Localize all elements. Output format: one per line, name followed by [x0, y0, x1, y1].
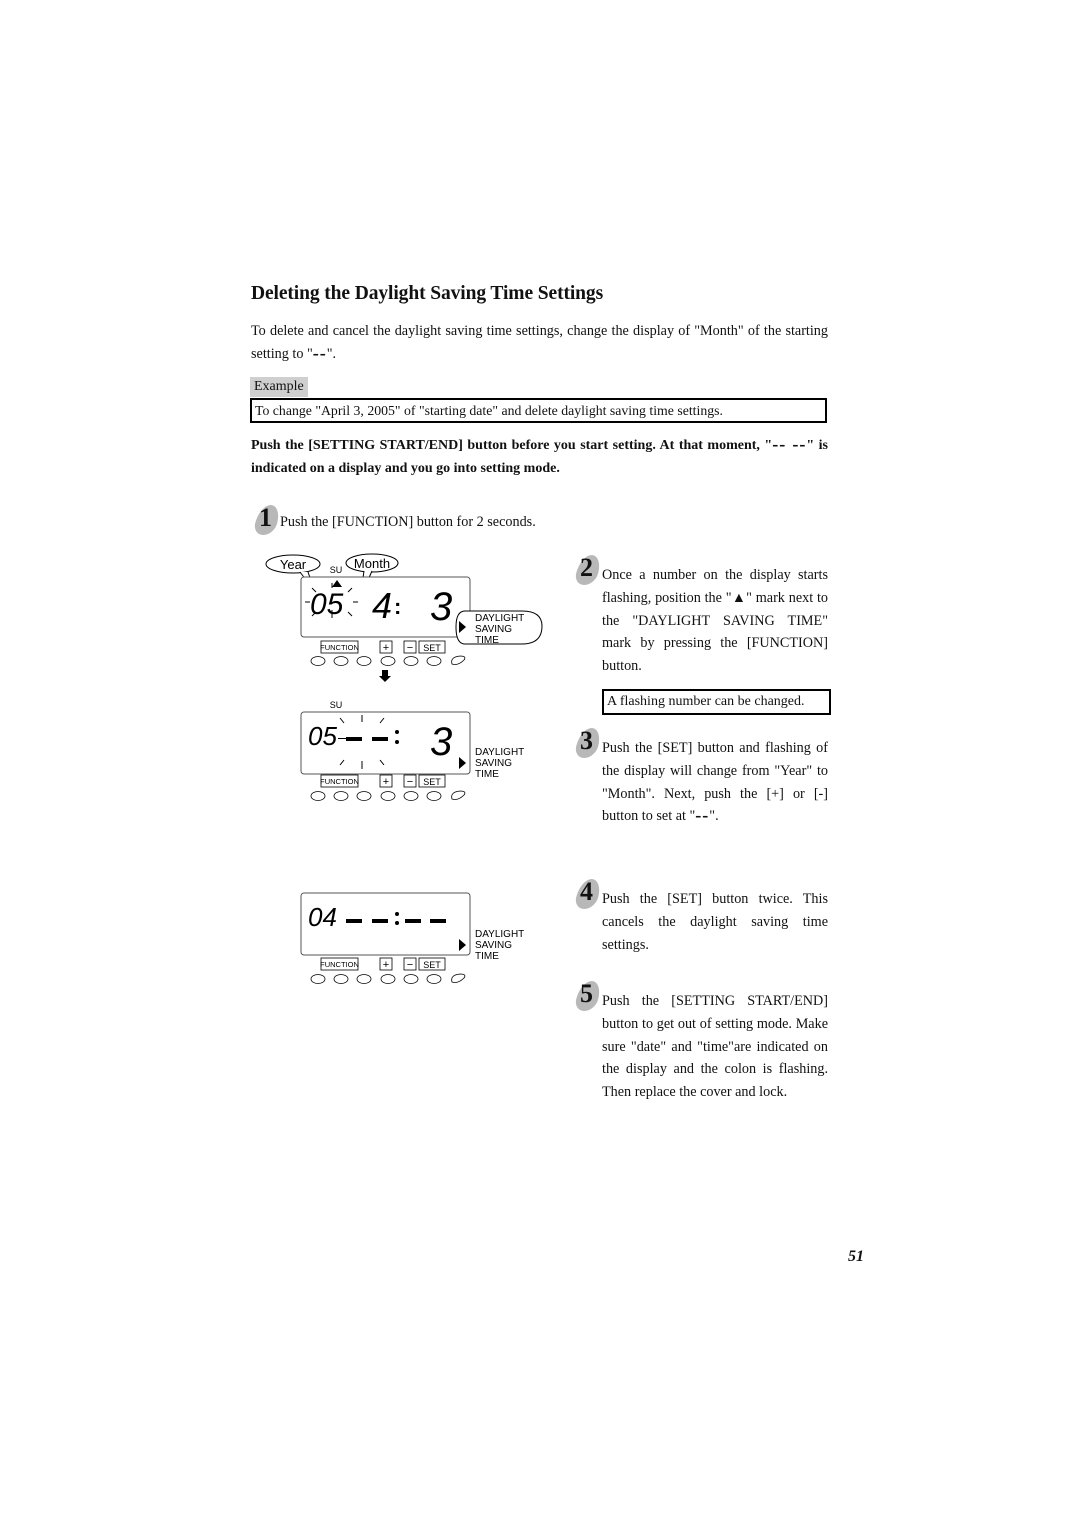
- clock-display-1: Year Month SU 05 4 : 3 DAYLIGHT SAVING T…: [265, 553, 543, 682]
- dst-label-1: DAYLIGHT: [475, 929, 524, 940]
- intro-text: To delete and cancel the daylight saving…: [251, 323, 828, 362]
- dst-label-2: SAVING: [475, 940, 512, 951]
- dash-symbol: –– ––: [772, 438, 807, 452]
- set-label: SET: [423, 960, 441, 970]
- clock-display-3: 04 DAYLIGHT SAVING TIME FUNCTION + − SET: [300, 892, 524, 984]
- keypad-ovals: [310, 655, 466, 666]
- dst-label-2: SAVING: [475, 624, 512, 635]
- lcd-month: 4: [372, 585, 392, 626]
- step-number: 2: [580, 553, 593, 582]
- step-2-text: Once a number on the display starts flas…: [602, 567, 828, 675]
- lcd-colon: :: [394, 594, 401, 619]
- year-callout-text: Year: [280, 557, 307, 572]
- su-indicator: SU: [330, 700, 343, 710]
- plus-label: +: [383, 642, 389, 654]
- month-callout-text: Month: [354, 556, 390, 571]
- example-box: To change "April 3, 2005" of "starting d…: [250, 398, 827, 423]
- keypad-ovals: [310, 790, 466, 801]
- intro-text-end: ".: [326, 346, 337, 362]
- down-arrow-icon: [379, 670, 391, 682]
- lcd-year: 05: [310, 588, 344, 621]
- page-title: Deleting the Daylight Saving Time Settin…: [251, 283, 604, 304]
- step-number: 4: [580, 877, 593, 906]
- lcd-day: 3: [430, 720, 452, 764]
- function-label: FUNCTION: [320, 960, 359, 969]
- minus-label: −: [407, 959, 413, 971]
- dash-symbol: ––: [312, 347, 327, 361]
- clock-display-2: SU 05 3 DAYLIGHT SAVING TIME FUNCTION + …: [300, 700, 524, 801]
- plus-label: +: [383, 959, 389, 971]
- step-number: 1: [259, 503, 272, 532]
- step-3-text: Push the [SET] button and flashing of th…: [602, 737, 828, 828]
- lcd-year: 05: [308, 721, 337, 751]
- lcd-day: 3: [430, 585, 452, 629]
- step-1-text: Push the [FUNCTION] button for 2 seconds…: [280, 514, 536, 530]
- dst-label-3: TIME: [475, 951, 499, 962]
- dst-label-2: SAVING: [475, 758, 512, 769]
- step-3-text-end: ".: [709, 808, 719, 825]
- dash-symbol: ––: [695, 809, 710, 824]
- dst-label-3: TIME: [475, 635, 499, 646]
- set-label: SET: [423, 643, 441, 653]
- dst-label-1: DAYLIGHT: [475, 747, 524, 758]
- step-number: 5: [580, 979, 593, 1008]
- instruction-paragraph: Push the [SETTING START/END] button befo…: [251, 434, 828, 480]
- intro-paragraph: To delete and cancel the daylight saving…: [251, 320, 828, 366]
- minus-label: −: [407, 642, 413, 654]
- step-5-text: Push the [SETTING START/END] button to g…: [602, 993, 828, 1101]
- step-number: 3: [580, 726, 593, 755]
- function-label: FUNCTION: [320, 643, 359, 652]
- instruction-text: Push the [SETTING START/END] button befo…: [251, 438, 773, 453]
- keypad-ovals: [310, 973, 466, 984]
- note-box: A flashing number can be changed.: [602, 689, 831, 715]
- step-4-text: Push the [SET] button twice. This cancel…: [602, 891, 828, 953]
- su-indicator: SU: [330, 565, 343, 575]
- minus-label: −: [407, 776, 413, 788]
- set-label: SET: [423, 777, 441, 787]
- page-number: 51: [848, 1248, 864, 1265]
- function-label: FUNCTION: [320, 777, 359, 786]
- dst-label-3: TIME: [475, 769, 499, 780]
- dst-label-1: DAYLIGHT: [475, 613, 524, 624]
- plus-label: +: [383, 776, 389, 788]
- lcd-year: 04: [308, 902, 337, 932]
- example-label: Example: [250, 377, 308, 397]
